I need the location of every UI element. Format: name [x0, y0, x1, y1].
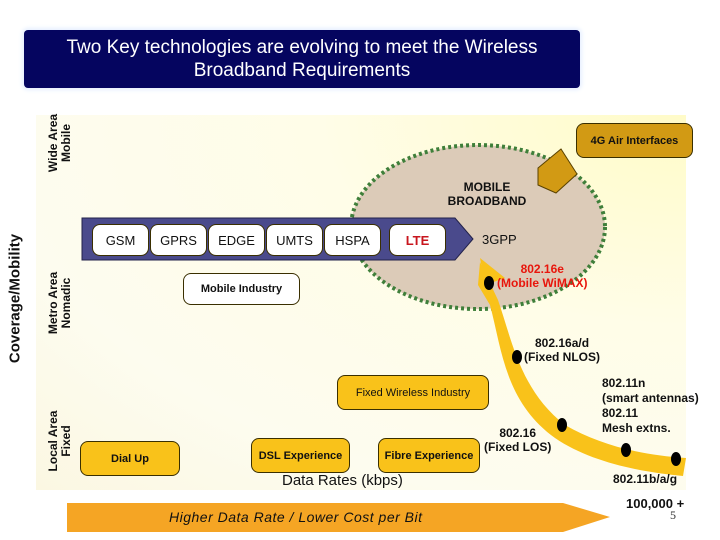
standard-dot — [671, 452, 681, 466]
tech-gprs: GPRS — [150, 224, 207, 256]
standard-802-16e: 802.16e (Mobile WiMAX) — [497, 262, 588, 290]
standard-802-11bag: 802.11b/a/g — [613, 472, 678, 486]
standard-line: 802.11n — [602, 376, 646, 390]
standard-802-11n: 802.11n (smart antennas) 802.11 Mesh ext… — [602, 376, 699, 436]
mobile-industry-label: Mobile Industry — [183, 273, 300, 305]
standard-line: 802.11 — [602, 406, 639, 420]
standard-line: (Fixed NLOS) — [524, 350, 601, 364]
standard-line: (smart antennas) — [602, 391, 699, 405]
experience-dsl: DSL Experience — [251, 438, 350, 473]
standard-line: 802.16e — [520, 262, 564, 276]
tech-edge: EDGE — [208, 224, 265, 256]
experience-fibre: Fibre Experience — [378, 438, 480, 473]
standard-line: 802.16a/d — [534, 336, 590, 350]
standard-dot — [512, 350, 522, 364]
x-axis-label: Data Rates (kbps) — [282, 472, 403, 489]
standard-dot — [484, 276, 494, 290]
standard-line: (Mobile WiMAX) — [497, 276, 588, 290]
fixed-wireless-industry-label: Fixed Wireless Industry — [337, 375, 489, 410]
4g-air-interfaces-box: 4G Air Interfaces — [576, 123, 693, 158]
tech-umts: UMTS — [266, 224, 323, 256]
standard-dot — [621, 443, 631, 457]
standard-dot — [557, 418, 567, 432]
standard-802-16: 802.16 (Fixed LOS) — [484, 426, 551, 454]
mobile-broadband-label: MOBILE BROADBAND — [442, 180, 532, 208]
tech-lte: LTE — [389, 224, 446, 256]
mobile-broadband-line: BROADBAND — [447, 194, 527, 208]
standard-line: Mesh extns. — [602, 421, 671, 435]
mobile-broadband-line: MOBILE — [463, 180, 511, 194]
standard-802-16ad: 802.16a/d (Fixed NLOS) — [524, 336, 600, 364]
standard-line: (Fixed LOS) — [484, 440, 552, 454]
bottom-arrow-label: Higher Data Rate / Lower Cost per Bit — [169, 509, 423, 525]
tech-gsm: GSM — [92, 224, 149, 256]
3gpp-label: 3GPP — [482, 232, 517, 247]
standard-line: 802.16 — [499, 426, 537, 440]
experience-dial-up: Dial Up — [80, 441, 180, 476]
tech-hspa: HSPA — [324, 224, 381, 256]
page-number: 5 — [670, 508, 676, 522]
